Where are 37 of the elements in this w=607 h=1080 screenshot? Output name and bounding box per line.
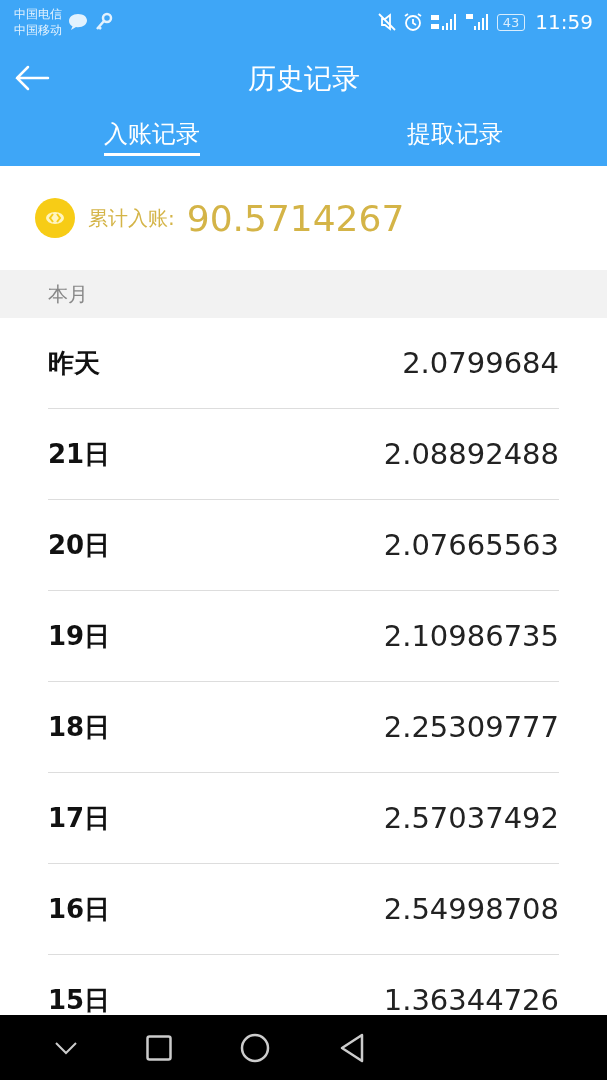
date-label: 15日	[48, 983, 111, 1015]
total-income-amount: 90.5714267	[186, 197, 405, 239]
mute-icon	[376, 12, 397, 32]
date-label: 17日	[48, 801, 111, 835]
key-icon	[94, 12, 114, 32]
date-label: 21日	[48, 437, 111, 471]
amount-value: 2.54998708	[383, 892, 559, 926]
amount-value: 2.57037492	[383, 801, 559, 835]
signal-icon	[464, 12, 491, 32]
carrier-name: 中国移动	[14, 22, 62, 38]
tab[interactable]: 入账记录	[103, 114, 200, 156]
total-income-label: 累计入账:	[88, 204, 175, 232]
signal-icon	[428, 12, 459, 32]
carrier-name: 中国电信	[14, 6, 62, 22]
alarm-icon	[402, 12, 423, 32]
date-label: 昨天	[48, 346, 100, 380]
square-icon[interactable]	[146, 1034, 173, 1061]
home-circle-icon[interactable]	[240, 1032, 271, 1063]
chat-bubble-icon	[68, 13, 88, 31]
battery-level: 43	[496, 13, 526, 31]
date-label: 19日	[48, 619, 111, 653]
date-label: 20日	[48, 528, 111, 562]
tab[interactable]: 提取记录	[407, 114, 504, 156]
amount-value: 1.36344726	[383, 983, 559, 1015]
amount-value: 2.10986735	[383, 619, 559, 653]
amount-value: 2.08892488	[383, 437, 559, 471]
back-triangle-icon[interactable]	[338, 1032, 365, 1063]
page-title: 历史记录	[247, 61, 360, 97]
coin-icon	[34, 197, 76, 239]
section-header: 本月	[0, 270, 607, 318]
amount-value: 2.25309777	[383, 710, 559, 744]
date-label: 18日	[48, 710, 111, 744]
date-label: 16日	[48, 892, 111, 926]
amount-value: 2.07665563	[383, 528, 559, 562]
chevron-down-icon[interactable]	[54, 1040, 79, 1055]
amount-value: 2.0799684	[402, 346, 559, 380]
clock-time: 11:59	[535, 10, 593, 34]
